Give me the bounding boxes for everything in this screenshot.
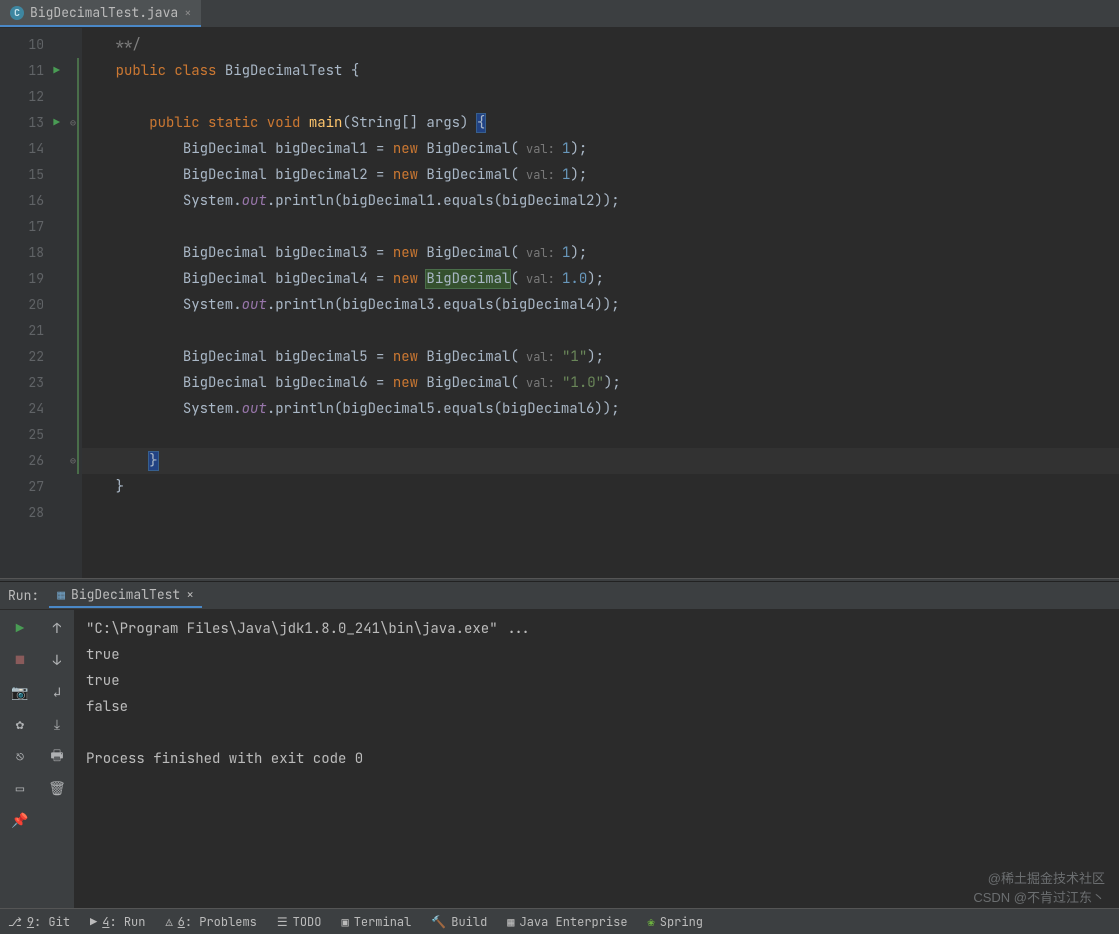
warning-icon: ⚠ [165,914,172,930]
exit-icon[interactable]: ⎋ [11,748,29,766]
close-icon[interactable]: × [186,586,194,603]
bottom-problems[interactable]: ⚠ 6: Problems [165,914,256,930]
run-header: Run: ▦ BigDecimalTest × [0,582,1119,610]
fold-close-icon[interactable]: ⊖ [64,448,82,474]
bottom-todo[interactable]: ☰ TODO [277,914,322,930]
run-panel: Run: ▦ BigDecimalTest × ▶ ■ 📷 ✿ ⎋ ▭ 📌 ↑ … [0,582,1119,908]
editor[interactable]: 10 11▶ 12 13▶ 14 15 16 17 18 19 20 21 22… [0,28,1119,578]
console-line [86,720,1107,746]
console-output[interactable]: "C:\Program Files\Java\jdk1.8.0_241\bin\… [74,610,1119,908]
stop-icon[interactable]: ■ [11,652,29,670]
application-icon: ▦ [57,586,65,603]
console-line: true [86,668,1107,694]
run-gutter-icon[interactable]: ▶ [53,58,60,84]
bottom-build[interactable]: 🔨 Build [431,914,487,930]
rerun-icon[interactable]: ▶ [11,620,29,638]
dump-icon[interactable]: 📷 [11,684,29,702]
tab-label: BigDecimalTest.java [30,4,178,21]
play-icon: ▶ [90,914,97,930]
up-icon[interactable]: ↑ [48,620,66,638]
bottom-terminal[interactable]: ▣ Terminal [341,914,411,930]
wrap-icon[interactable]: ↲ [48,684,66,702]
run-label: Run: [8,587,39,604]
gutter: 10 11▶ 12 13▶ 14 15 16 17 18 19 20 21 22… [0,28,64,578]
run-tab-label: BigDecimalTest [71,586,180,603]
editor-tabs: C BigDecimalTest.java × [0,0,1119,28]
run-tab[interactable]: ▦ BigDecimalTest × [49,583,202,608]
down-icon[interactable]: ↓ [48,652,66,670]
console-line: true [86,642,1107,668]
console-line: Process finished with exit code 0 [86,746,1107,772]
enterprise-icon: ▦ [507,914,514,930]
bottom-enterprise[interactable]: ▦ Java Enterprise [507,914,627,930]
spring-icon: ❀ [648,914,655,930]
fold-open-icon[interactable]: ⊖ [64,110,82,136]
run-gutter-icon[interactable]: ▶ [53,110,60,136]
hammer-icon: 🔨 [431,914,446,930]
layout-icon[interactable]: ▭ [11,780,29,798]
bottom-git[interactable]: ⎇ 9: Git [8,914,70,930]
code-area[interactable]: **/ public class BigDecimalTest { public… [82,28,1119,578]
trash-icon[interactable]: 🗑 [48,780,66,798]
print-icon[interactable]: 🖶 [48,748,66,766]
console-line: false [86,694,1107,720]
bottom-spring[interactable]: ❀ Spring [648,914,703,930]
todo-icon: ☰ [277,914,288,930]
pin-icon[interactable]: 📌 [11,812,29,830]
settings-icon[interactable]: ✿ [11,716,29,734]
terminal-icon: ▣ [341,914,348,930]
run-toolbar-left: ▶ ■ 📷 ✿ ⎋ ▭ 📌 [0,610,40,908]
class-icon: C [10,6,24,20]
bottom-run[interactable]: ▶ 4: Run [90,914,145,930]
close-icon[interactable]: × [184,5,191,21]
gutter-fold: ⊖ ⊖ [64,28,82,578]
branch-icon: ⎇ [8,914,22,930]
tab-file[interactable]: C BigDecimalTest.java × [0,0,201,27]
run-toolbar-right: ↑ ↓ ↲ ⤓ 🖶 🗑 [40,610,74,908]
bottom-bar: ⎇ 9: Git ▶ 4: Run ⚠ 6: Problems ☰ TODO ▣… [0,908,1119,934]
scroll-icon[interactable]: ⤓ [48,716,66,734]
console-line: "C:\Program Files\Java\jdk1.8.0_241\bin\… [86,616,1107,642]
